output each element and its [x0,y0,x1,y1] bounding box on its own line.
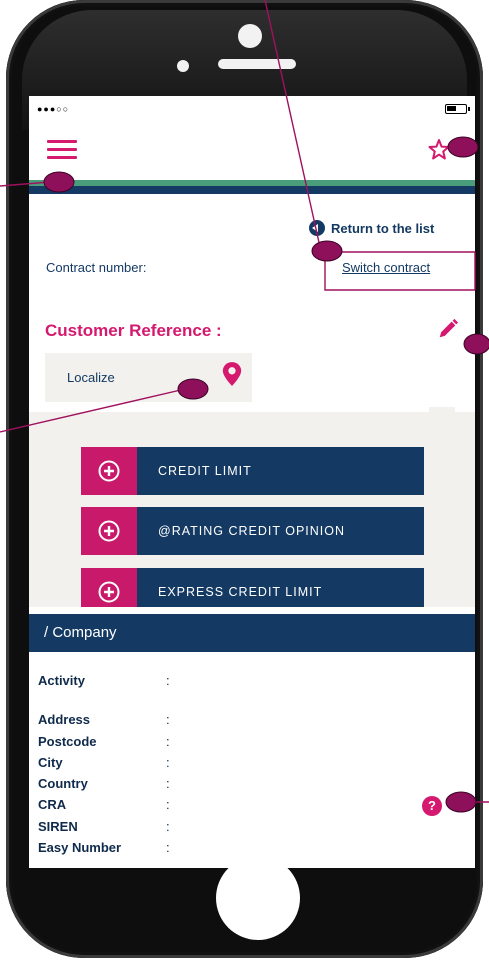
localize-label: Localize [67,370,115,385]
siren-label: SIREN [38,819,78,834]
earpiece-speaker [218,59,296,69]
app-screen: ●●●○○ Return to the list Contract number… [29,96,475,868]
country-label: Country [38,776,88,791]
postcode-label: Postcode [38,734,97,749]
customer-reference-title: Customer Reference : [45,321,222,340]
front-camera [238,24,262,48]
cra-value: : [166,797,170,812]
easy-number-label: Easy Number [38,840,122,855]
activity-label: Activity [38,673,85,688]
plus-cell [81,507,137,555]
address-label: Address [38,712,91,727]
plus-cell [81,568,137,607]
pencil-icon[interactable] [437,318,459,340]
proximity-sensor [177,60,189,72]
battery-icon [445,104,470,114]
back-arrow-icon [309,220,325,236]
home-button[interactable] [216,856,300,940]
city-value: : [166,755,170,770]
address-value: : [166,712,170,727]
activity-value: : [166,673,170,688]
cra-label: CRA [38,797,67,812]
plus-circle-icon [98,520,120,542]
company-section-header: / Company [29,614,475,652]
map-pin-icon [222,362,242,386]
status-bar: ●●●○○ [29,96,475,122]
plus-cell [81,447,137,495]
easy-number-value: : [166,840,170,855]
signal-strength: ●●●○○ [37,104,70,114]
credit-limit-button[interactable]: CREDIT LIMIT [81,447,424,495]
plus-circle-icon [98,581,120,603]
return-to-list-label: Return to the list [331,220,435,236]
city-label: City [38,755,63,770]
localize-button[interactable]: Localize [45,353,252,402]
star-icon[interactable] [426,138,452,162]
switch-contract-link[interactable]: Switch contract [342,260,430,275]
siren-value: : [166,819,170,834]
hamburger-icon[interactable] [47,138,77,160]
rating-credit-opinion-label: @RATING CREDIT OPINION [158,524,346,538]
contract-number-label: Contract number: [46,260,147,275]
express-credit-limit-button[interactable]: EXPRESS CREDIT LIMIT [81,568,424,607]
rating-credit-opinion-button[interactable]: @RATING CREDIT OPINION [81,507,424,555]
header-accent-navy [29,186,475,194]
company-section-title: / Company [44,624,117,641]
country-value: : [166,776,170,791]
plus-circle-icon [98,460,120,482]
help-icon[interactable]: ? [422,796,442,816]
return-to-list-link[interactable]: Return to the list [309,219,434,237]
postcode-value: : [166,734,170,749]
credit-limit-label: CREDIT LIMIT [158,464,252,478]
express-credit-limit-label: EXPRESS CREDIT LIMIT [158,585,323,599]
